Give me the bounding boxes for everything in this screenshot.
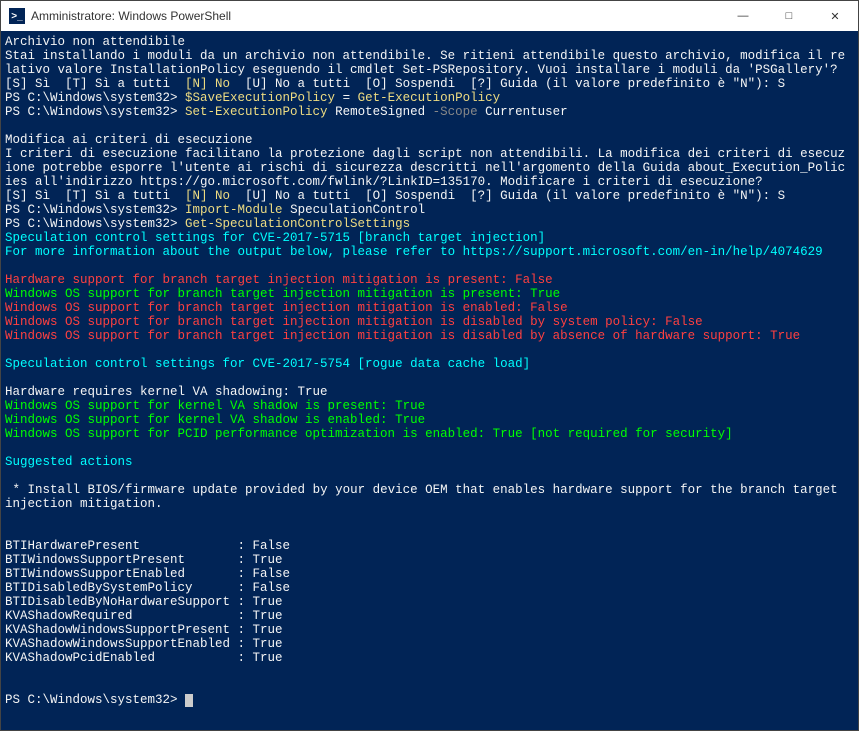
prompt-option: [U] No a tutti [O] Sospendi [?] Guida (i…	[230, 77, 785, 91]
section-header: Speculation control settings for CVE-201…	[5, 231, 545, 245]
ps-prompt: PS C:\Windows\system32>	[5, 203, 185, 217]
status-line-true: Windows OS support for kernel VA shadow …	[5, 399, 425, 413]
ps-prompt: PS C:\Windows\system32>	[5, 91, 185, 105]
status-line-true: Windows OS support for branch target inj…	[5, 287, 560, 301]
text-line: Modifica ai criteri di esecuzione	[5, 133, 253, 147]
ps-prompt: PS C:\Windows\system32>	[5, 693, 185, 707]
ps-arg: Currentuser	[478, 105, 568, 119]
ps-prompt: PS C:\Windows\system32>	[5, 105, 185, 119]
ps-arg: RemoteSigned	[328, 105, 433, 119]
text-line: Stai installando i moduli da un archivio…	[5, 49, 845, 77]
ps-operator: =	[335, 91, 358, 105]
ps-arg: SpeculationControl	[283, 203, 426, 217]
table-row: BTIHardwarePresent : False	[5, 539, 290, 553]
ps-param: -Scope	[433, 105, 478, 119]
status-line-false: Hardware support for branch target injec…	[5, 273, 553, 287]
prompt-option: [U] No a tutti [O] Sospendi [?] Guida (i…	[230, 189, 785, 203]
text-line: Archivio non attendibile	[5, 35, 185, 49]
cursor	[185, 694, 193, 707]
powershell-icon: >_	[9, 8, 25, 24]
ps-cmdlet: Get-ExecutionPolicy	[358, 91, 501, 105]
close-button[interactable]: ✕	[812, 1, 858, 31]
table-row: KVAShadowWindowsSupportPresent : True	[5, 623, 283, 637]
ps-prompt: PS C:\Windows\system32>	[5, 217, 185, 231]
prompt-default: [N] No	[185, 77, 230, 91]
titlebar[interactable]: >_ Amministratore: Windows PowerShell — …	[1, 1, 858, 31]
minimize-button[interactable]: —	[720, 1, 766, 31]
action-line: * Install BIOS/firmware update provided …	[5, 483, 845, 511]
text-line: I criteri di esecuzione facilitano la pr…	[5, 147, 845, 189]
status-line-true: Windows OS support for PCID performance …	[5, 427, 733, 441]
ps-variable: $SaveExecutionPolicy	[185, 91, 335, 105]
table-row: KVAShadowWindowsSupportEnabled : True	[5, 637, 283, 651]
section-header: Speculation control settings for CVE-201…	[5, 357, 530, 371]
table-row: BTIWindowsSupportPresent : True	[5, 553, 283, 567]
status-line-false: Windows OS support for branch target inj…	[5, 315, 703, 329]
table-row: BTIWindowsSupportEnabled : False	[5, 567, 290, 581]
maximize-button[interactable]: □	[766, 1, 812, 31]
prompt-default: [N] No	[185, 189, 230, 203]
status-line-true: Windows OS support for kernel VA shadow …	[5, 413, 425, 427]
table-row: BTIDisabledByNoHardwareSupport : True	[5, 595, 283, 609]
text-line: Hardware requires kernel VA shadowing: T…	[5, 385, 328, 399]
table-row: BTIDisabledBySystemPolicy : False	[5, 581, 290, 595]
ps-cmdlet: Get-SpeculationControlSettings	[185, 217, 410, 231]
window-title: Amministratore: Windows PowerShell	[31, 9, 720, 23]
status-line-false: Windows OS support for branch target inj…	[5, 329, 800, 343]
table-row: KVAShadowRequired : True	[5, 609, 283, 623]
status-line-false: Windows OS support for branch target inj…	[5, 301, 568, 315]
powershell-window: >_ Amministratore: Windows PowerShell — …	[0, 0, 859, 731]
prompt-option: [S] Sì [T] Sì a tutti	[5, 77, 185, 91]
table-row: KVAShadowPcidEnabled : True	[5, 651, 283, 665]
window-controls: — □ ✕	[720, 1, 858, 31]
section-header: Suggested actions	[5, 455, 133, 469]
ps-cmdlet: Set-ExecutionPolicy	[185, 105, 328, 119]
info-line: For more information about the output be…	[5, 245, 823, 259]
ps-cmdlet: Import-Module	[185, 203, 283, 217]
prompt-option: [S] Sì [T] Sì a tutti	[5, 189, 185, 203]
terminal-output[interactable]: Archivio non attendibile Stai installand…	[1, 31, 858, 730]
